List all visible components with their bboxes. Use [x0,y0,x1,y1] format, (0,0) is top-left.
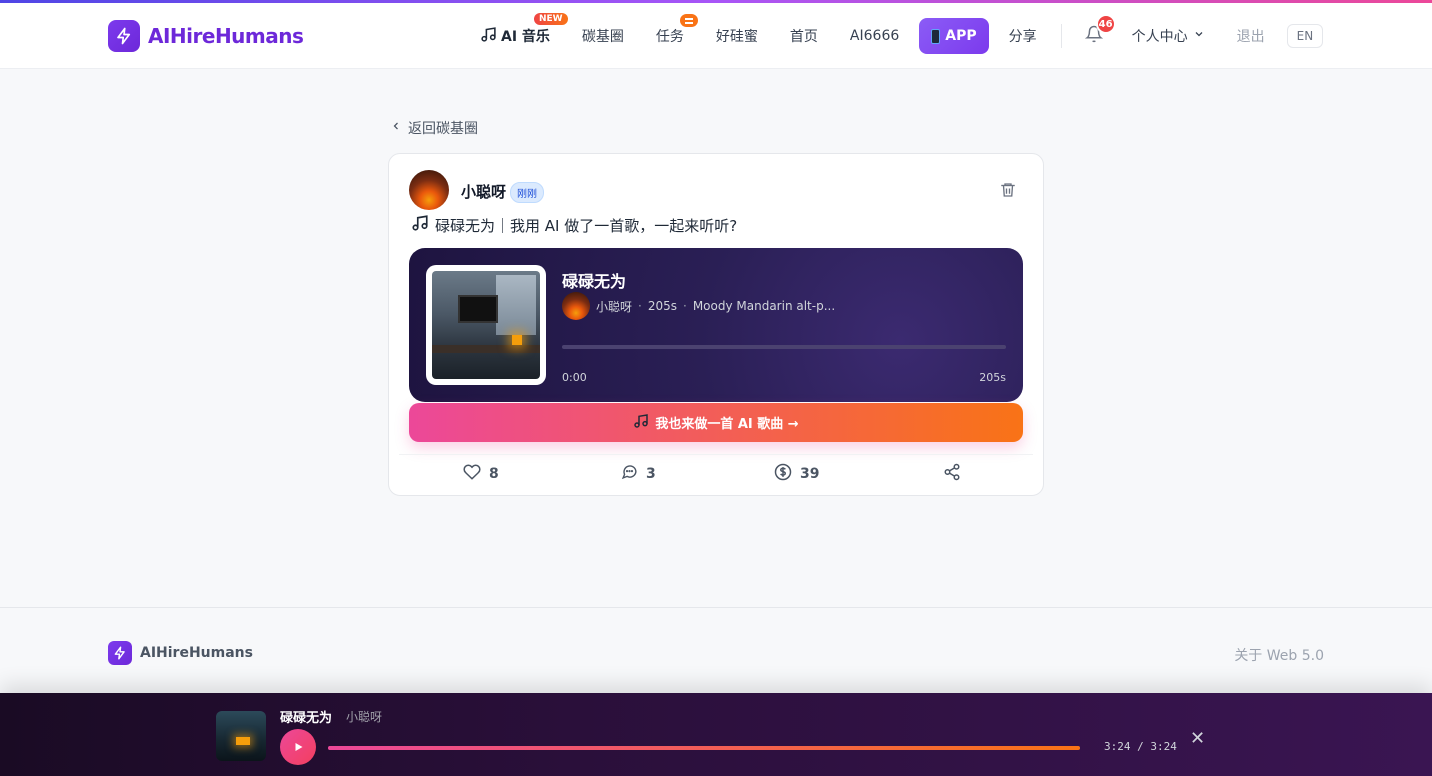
now-playing-cover [216,711,266,761]
song-progress-bar[interactable] [562,345,1006,349]
post-card: 小聪呀 刚刚 碌碌无为｜我用 AI 做了一首歌，一起来听听? 碌碌无为 小聪呀 … [388,153,1044,496]
chevron-down-icon [1193,28,1205,44]
notifications-button[interactable]: 46 [1076,14,1116,54]
like-count: 8 [489,466,499,482]
top-nav-bar: AIHireHumans AI 音乐 NEW 碳基圈 任务 好硅蜜 首页 AI6… [0,3,1432,69]
music-note-icon [480,26,497,47]
song-duration: 205s [647,299,677,313]
artist-avatar [562,292,590,320]
brand-logo[interactable]: AIHireHumans [108,20,304,52]
comment-icon [621,463,638,484]
music-note-icon [411,214,429,236]
user-center-menu[interactable]: 个人中心 [1112,26,1223,46]
share-button[interactable] [943,463,961,485]
tip-button[interactable]: 39 [774,463,819,485]
nav-hao[interactable]: 好硅蜜 [700,26,774,46]
music-note-icon [633,413,649,433]
song-player-card[interactable]: 碌碌无为 小聪呀 · 205s · Moody Mandarin alt-p..… [409,248,1023,402]
play-button[interactable] [280,729,316,765]
post-text-content: 碌碌无为｜我用 AI 做了一首歌，一起来听听? [435,216,738,235]
song-title: 碌碌无为 [562,272,627,291]
back-to-carbon-circle[interactable]: 返回碳基圈 [390,118,478,138]
nav-ai-music-label: AI 音乐 [501,29,550,45]
nav-home[interactable]: 首页 [774,26,834,46]
comment-count: 3 [646,465,656,482]
logout-link[interactable]: 退出 [1223,26,1279,46]
lightning-icon [108,641,132,665]
avatar[interactable] [409,170,449,210]
nav-tasks-label: 任务 [655,29,684,45]
playback-progress-fill [328,746,1080,750]
language-toggle[interactable]: EN [1286,24,1324,48]
playback-progress-bar[interactable] [328,746,1080,750]
close-icon: ✕ [1190,728,1206,749]
tip-count: 39 [800,466,820,482]
brand-name: AIHireHumans [148,24,304,48]
song-meta: 小聪呀 · 205s · Moody Mandarin alt-p... [562,292,835,320]
back-link-label: 返回碳基圈 [408,121,478,137]
footer-about-link[interactable]: 关于 Web 5.0 [1234,645,1324,665]
nav-ai6666[interactable]: AI6666 [834,28,915,44]
make-ai-song-label: 我也来做一首 AI 歌曲 → [655,417,799,432]
make-ai-song-button[interactable]: 我也来做一首 AI 歌曲 → [409,403,1023,442]
trash-icon [999,183,1017,203]
playback-time: 3:24 / 3:24 [1104,740,1177,753]
song-artist: 小聪呀 [596,299,633,314]
new-badge: NEW [534,12,568,25]
song-time-end: 205s [979,371,1006,384]
nav-ai-music[interactable]: AI 音乐 NEW [470,12,568,47]
notification-count-badge: 46 [1095,14,1116,34]
dollar-coin-icon [774,463,792,485]
share-icon [943,463,961,485]
heart-icon [463,463,481,485]
post-author[interactable]: 小聪呀 [461,181,506,202]
main-nav: AI 音乐 NEW 碳基圈 任务 好硅蜜 首页 AI6666 APP 分享 46… [470,3,1324,69]
bottom-music-player: 碌碌无为 小聪呀 3:24 / 3:24 ✕ [0,693,1432,776]
app-button-label: APP [945,28,977,44]
now-playing-title: 碌碌无为 [280,711,333,726]
post-time-badge: 刚刚 [510,182,544,203]
lightning-icon [108,20,140,52]
song-style: Moody Mandarin alt-p... [692,299,836,313]
nav-share[interactable]: 分享 [993,26,1053,46]
song-cover-image [426,265,546,385]
close-player-button[interactable]: ✕ [1190,728,1205,749]
post-text: 碌碌无为｜我用 AI 做了一首歌，一起来听听? [411,214,737,236]
now-playing-artist: 小聪呀 [346,710,383,724]
song-time-start: 0:00 [562,371,587,384]
task-badge-icon [679,14,698,27]
app-button[interactable]: APP [919,18,989,54]
card-divider [399,454,1033,455]
user-center-label: 个人中心 [1131,29,1188,45]
like-button[interactable]: 8 [463,463,499,485]
phone-icon [931,28,941,44]
nav-carbon-circle[interactable]: 碳基圈 [566,26,640,46]
comment-button[interactable]: 3 [621,463,656,484]
footer-brand[interactable]: AIHireHumans [108,641,253,665]
nav-tasks[interactable]: 任务 [640,14,700,46]
footer-brand-name: AIHireHumans [140,645,253,661]
post-actions: 8 3 39 [389,463,1043,487]
nav-divider [1060,24,1062,48]
play-icon [292,738,304,757]
delete-post-button[interactable] [999,181,1017,203]
chevron-left-icon [390,120,402,136]
